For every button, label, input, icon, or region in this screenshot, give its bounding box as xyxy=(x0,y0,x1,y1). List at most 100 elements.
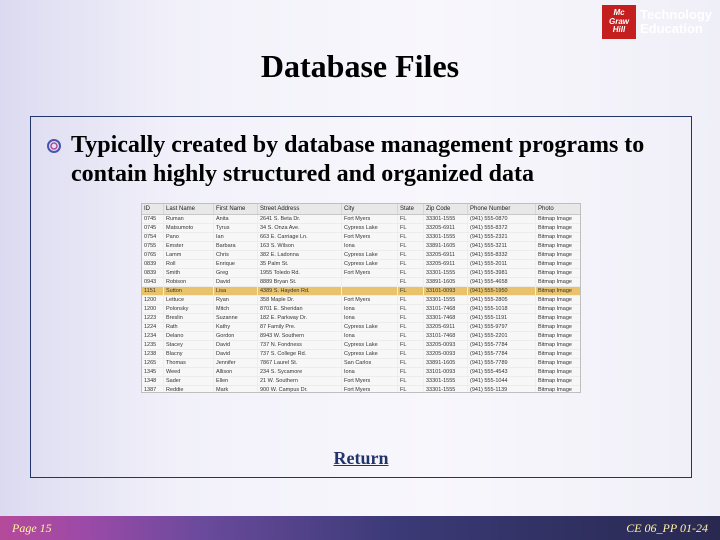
table-cell: 33205-6911 xyxy=(424,224,468,232)
table-cell: Bitmap Image xyxy=(536,359,581,367)
table-cell: Bitmap Image xyxy=(536,215,581,223)
table-cell: FL xyxy=(398,305,424,313)
table-cell: 33301-1555 xyxy=(424,233,468,241)
table-cell: Ruman xyxy=(164,215,214,223)
table-cell: FL xyxy=(398,386,424,393)
table-cell: Blacny xyxy=(164,350,214,358)
table-cell: Iona xyxy=(342,305,398,313)
table-cell: FL xyxy=(398,233,424,241)
table-cell: 8943 W. Southern xyxy=(258,332,342,340)
table-row: 1200LettuceRyan358 Maple Dr.Fort MyersFL… xyxy=(142,296,580,305)
slide-code: CE 06_PP 01-24 xyxy=(626,521,708,536)
table-row: 1200PolonskyMitch8701 E. SheridanIonaFL3… xyxy=(142,305,580,314)
table-header-cell: State xyxy=(398,204,424,214)
table-cell: Ian xyxy=(214,233,258,241)
table-cell: FL xyxy=(398,224,424,232)
table-cell: Iona xyxy=(342,242,398,250)
table-cell: 33101-7468 xyxy=(424,305,468,313)
table-cell: David xyxy=(214,341,258,349)
table-cell: 1238 xyxy=(142,350,164,358)
table-cell: Bitmap Image xyxy=(536,386,581,393)
table-row: 1238BlacnyDavid737 S. College Rd.Cypress… xyxy=(142,350,580,359)
table-cell: Roll xyxy=(164,260,214,268)
table-cell: FL xyxy=(398,359,424,367)
table-cell: FL xyxy=(398,350,424,358)
table-cell: FL xyxy=(398,215,424,223)
table-cell: 33891-1605 xyxy=(424,359,468,367)
table-cell: Cypress Lake xyxy=(342,224,398,232)
table-cell: Jennifer xyxy=(214,359,258,367)
return-link[interactable]: Return xyxy=(31,448,691,469)
table-cell: 33301-1555 xyxy=(424,296,468,304)
table-cell: Greg xyxy=(214,269,258,277)
table-cell: FL xyxy=(398,323,424,331)
table-cell: Bitmap Image xyxy=(536,323,581,331)
table-cell: 33101-0093 xyxy=(424,368,468,376)
table-cell: 182 E. Parkway Dr. xyxy=(258,314,342,322)
table-cell: FL xyxy=(398,251,424,259)
table-cell: Iona xyxy=(342,332,398,340)
table-cell: 35 Palm St. xyxy=(258,260,342,268)
table-cell: Bitmap Image xyxy=(536,260,581,268)
table-cell: Anita xyxy=(214,215,258,223)
table-header-cell: Street Address xyxy=(258,204,342,214)
table-cell: FL xyxy=(398,377,424,385)
table-header-cell: ID xyxy=(142,204,164,214)
table-cell: (941) 555-4658 xyxy=(468,278,536,286)
table-cell: (941) 555-3211 xyxy=(468,242,536,250)
table-cell: Bitmap Image xyxy=(536,242,581,250)
table-cell: 8889 Bryan St. xyxy=(258,278,342,286)
table-cell: 0754 xyxy=(142,233,164,241)
table-cell: Fort Myers xyxy=(342,377,398,385)
table-cell: Bitmap Image xyxy=(536,314,581,322)
table-row: 1387ReddieMark900 W. Campus Dr.Fort Myer… xyxy=(142,386,580,393)
table-cell: Thomas xyxy=(164,359,214,367)
table-cell: 1955 Toledo Rd. xyxy=(258,269,342,277)
table-header-cell: First Name xyxy=(214,204,258,214)
table-cell: 1151 xyxy=(142,287,164,295)
table-cell: (941) 555-7784 xyxy=(468,341,536,349)
table-cell: 0839 xyxy=(142,260,164,268)
table-cell: Delano xyxy=(164,332,214,340)
table-cell: (941) 555-2321 xyxy=(468,233,536,241)
table-cell: 33891-1605 xyxy=(424,278,468,286)
table-cell: San Carlos xyxy=(342,359,398,367)
table-cell: Bitmap Image xyxy=(536,377,581,385)
table-header-cell: City xyxy=(342,204,398,214)
table-cell: Cypress Lake xyxy=(342,251,398,259)
table-cell: 0943 xyxy=(142,278,164,286)
slide-title: Database Files xyxy=(0,48,720,85)
table-cell: 33205-6911 xyxy=(424,323,468,331)
table-cell: (941) 555-2011 xyxy=(468,260,536,268)
table-cell: Matsumoto xyxy=(164,224,214,232)
table-cell: Fort Myers xyxy=(342,269,398,277)
table-cell: (941) 555-1018 xyxy=(468,305,536,313)
table-cell: 382 E. Ladonna xyxy=(258,251,342,259)
table-row: 0839RollEnrique35 Palm St.Cypress LakeFL… xyxy=(142,260,580,269)
table-cell: Bitmap Image xyxy=(536,251,581,259)
table-cell: 0755 xyxy=(142,242,164,250)
table-cell: Bitmap Image xyxy=(536,350,581,358)
table-cell: Lettuce xyxy=(164,296,214,304)
table-cell xyxy=(342,278,398,286)
table-cell: Mitch xyxy=(214,305,258,313)
table-cell: 33205-6911 xyxy=(424,260,468,268)
table-cell: (941) 555-4543 xyxy=(468,368,536,376)
footer-bar: Page 15 CE 06_PP 01-24 xyxy=(0,516,720,540)
table-cell: Bitmap Image xyxy=(536,233,581,241)
table-cell: FL xyxy=(398,341,424,349)
table-cell: Cypress Lake xyxy=(342,323,398,331)
table-cell: Fort Myers xyxy=(342,386,398,393)
table-cell: 33101-0093 xyxy=(424,287,468,295)
table-cell: (941) 555-9797 xyxy=(468,323,536,331)
table-cell: Reddie xyxy=(164,386,214,393)
table-row: 0745MatsumotoTyrus34 S. Onza Ave.Cypress… xyxy=(142,224,580,233)
table-cell: Bitmap Image xyxy=(536,332,581,340)
table-cell: 1387 xyxy=(142,386,164,393)
table-cell: Iona xyxy=(342,314,398,322)
table-cell: (941) 555-2201 xyxy=(468,332,536,340)
table-row: 1265ThomasJennifer7867 Laurel St.San Car… xyxy=(142,359,580,368)
table-row: 1348SaderEllen21 W. SouthernFort MyersFL… xyxy=(142,377,580,386)
table-cell: Weed xyxy=(164,368,214,376)
table-cell: Fort Myers xyxy=(342,215,398,223)
